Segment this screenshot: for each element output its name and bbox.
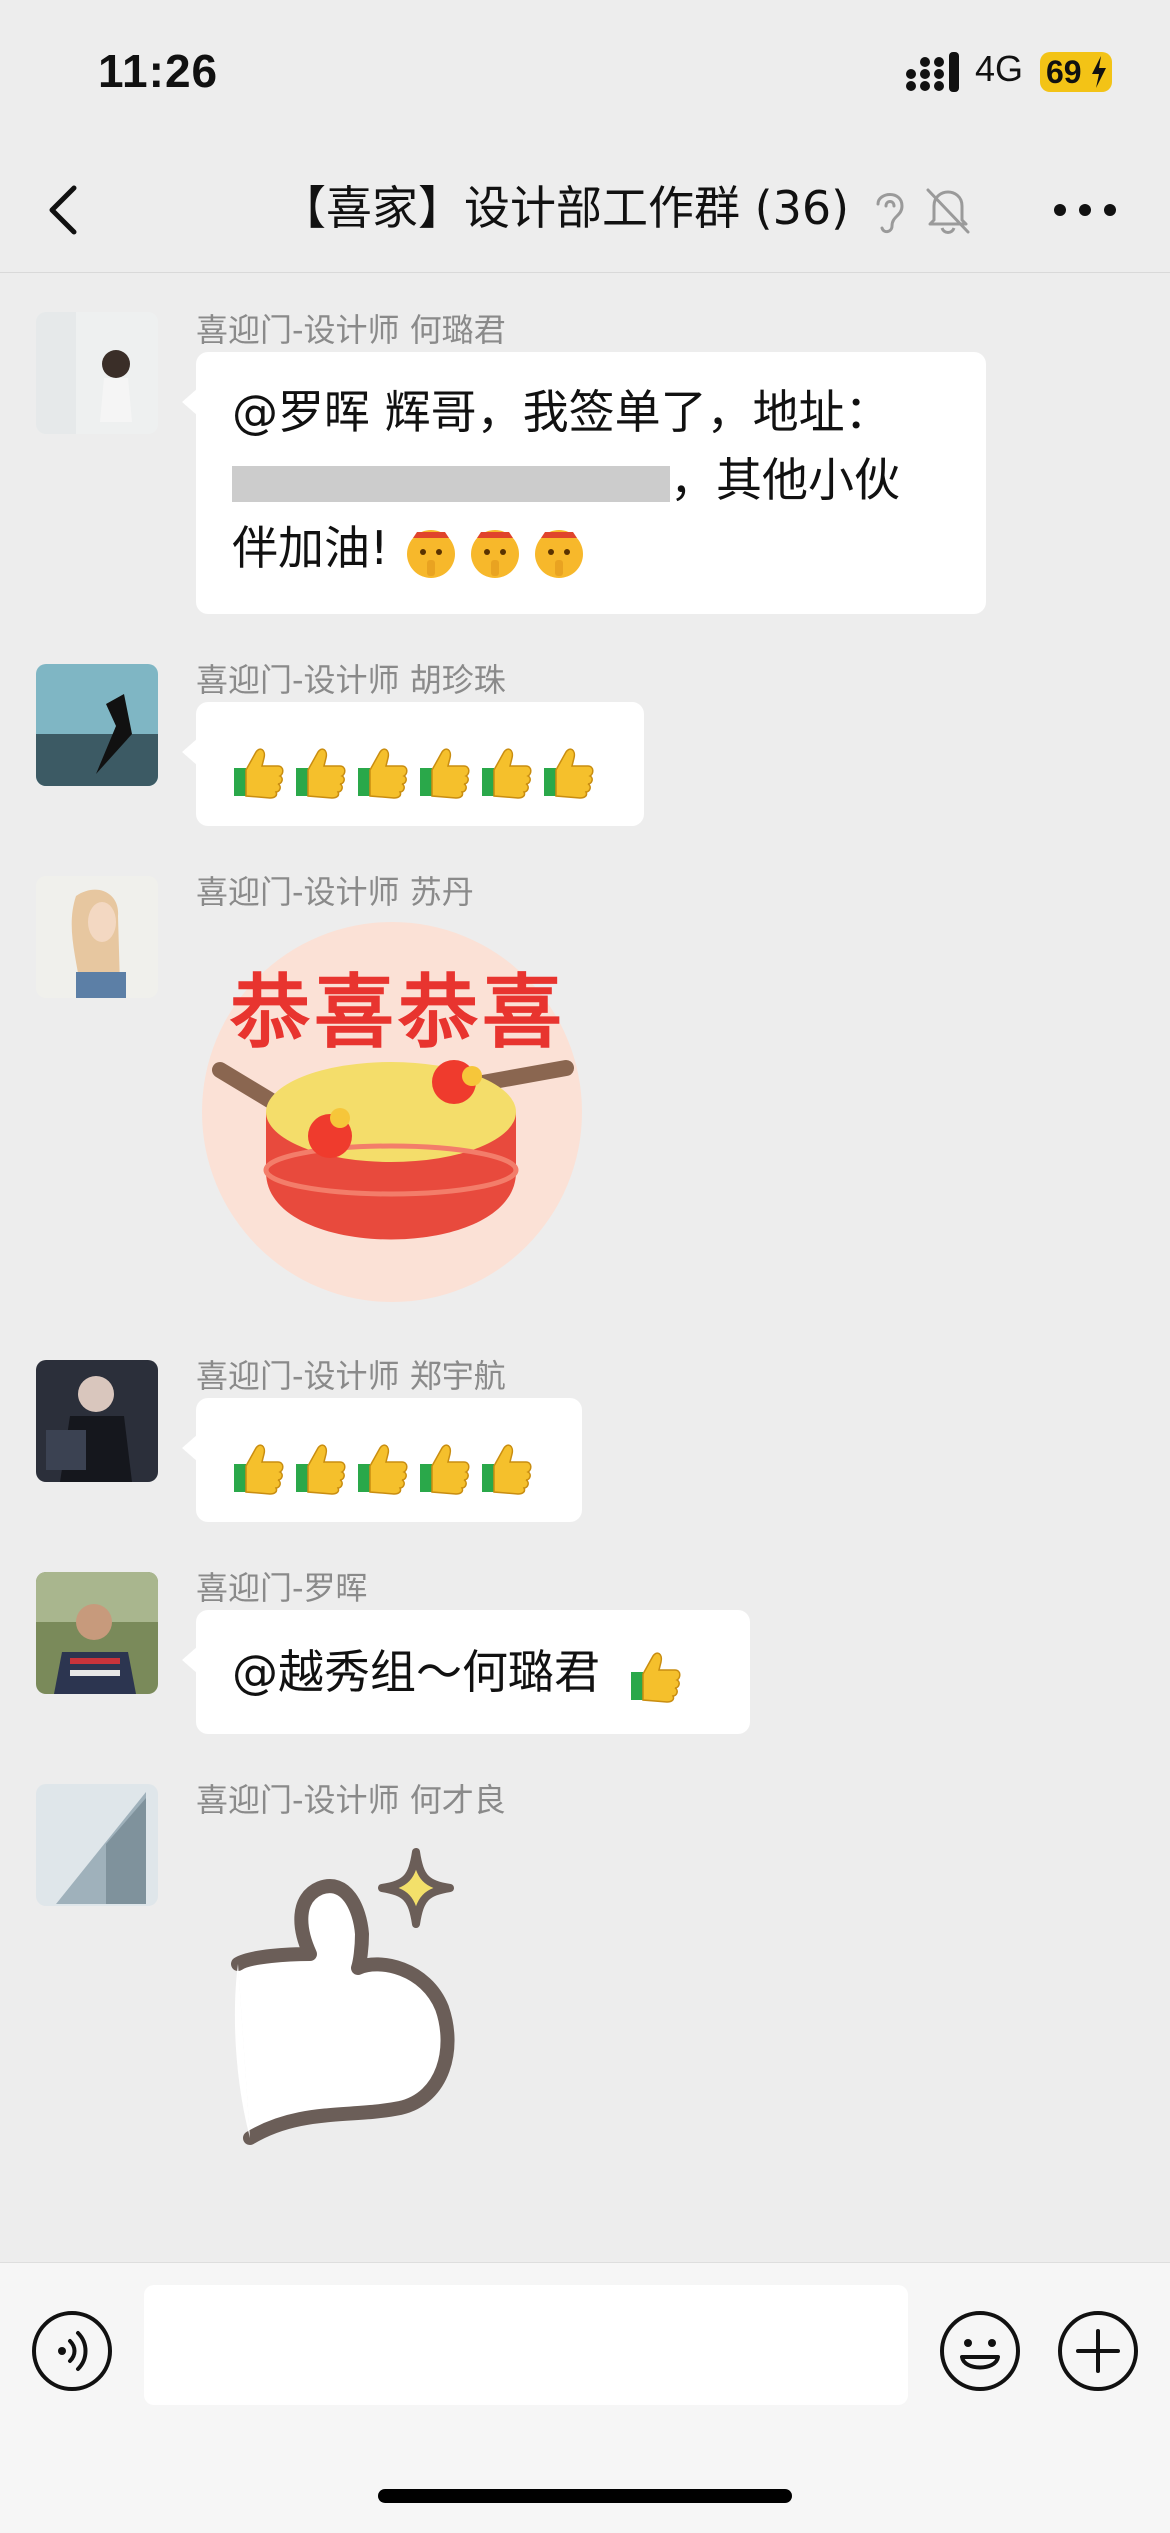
message-text: @越秀组～何璐君 [232, 1645, 600, 1699]
battery-level: 69 [1046, 54, 1082, 90]
charging-icon [1092, 56, 1106, 88]
avatar[interactable] [36, 876, 158, 998]
bell-off-icon [926, 188, 970, 234]
sticker-text: 恭喜恭喜 [230, 966, 566, 1059]
message-bubble[interactable]: @罗晖 辉哥，我签单了，地址： ，其他小伙 伴加油! [182, 352, 986, 614]
message-text: 伴加油! [232, 521, 389, 575]
drum-sticker[interactable]: 恭喜恭喜 [196, 922, 596, 1312]
chevron-left-icon[interactable] [40, 174, 90, 244]
emoji-icon[interactable] [938, 2309, 1022, 2393]
sender-name: 喜迎门-设计师 何璐君 [196, 311, 506, 349]
thumbs-up-sparkle-sticker[interactable] [230, 1838, 560, 2198]
plus-icon[interactable] [1056, 2309, 1140, 2393]
status-time: 11:26 [98, 45, 219, 97]
avatar[interactable] [36, 1360, 158, 1482]
thumbs-up-emoji [629, 1645, 691, 1703]
thumbs-up-emoji [232, 741, 604, 799]
voice-icon[interactable] [30, 2309, 114, 2393]
network-type: 4G [975, 48, 1024, 89]
message-bubble[interactable] [182, 702, 644, 826]
battery-indicator: 69 [1040, 52, 1112, 92]
avatar[interactable] [36, 312, 158, 434]
more-icon[interactable] [1050, 200, 1120, 220]
input-bar [0, 2262, 1170, 2533]
chat-header: 【喜家】设计部工作群 (36) [0, 150, 1170, 273]
thumbs-up-emoji [232, 1437, 542, 1495]
message-text: @罗晖 辉哥，我签单了，地址： [232, 385, 891, 439]
message-text: ，其他小伙 [670, 453, 900, 507]
chat-title: 【喜家】设计部工作群 (36) [280, 181, 850, 235]
sender-name: 喜迎门-罗晖 [196, 1569, 368, 1607]
avatar[interactable] [36, 1572, 158, 1694]
sender-name: 喜迎门-设计师 胡珍珠 [196, 661, 506, 699]
message-bubble[interactable]: @越秀组～何璐君 [182, 1610, 750, 1734]
sender-name: 喜迎门-设计师 苏丹 [196, 873, 474, 911]
avatar[interactable] [36, 664, 158, 786]
avatar[interactable] [36, 1784, 158, 1906]
home-indicator [378, 2489, 792, 2503]
message-bubble[interactable] [182, 1398, 582, 1522]
ear-icon [876, 193, 904, 234]
message-line-redacted: ，其他小伙 [232, 446, 950, 514]
sender-name: 喜迎门-设计师 何才良 [196, 1781, 506, 1819]
status-bar: 11:26 4G 69 [0, 0, 1170, 150]
message-line: 伴加油! [232, 514, 950, 582]
redacted-address [232, 465, 670, 502]
message-input[interactable] [144, 2285, 908, 2405]
shushing-face-emoji [388, 521, 595, 578]
signal-icon [906, 52, 959, 92]
sender-name: 喜迎门-设计师 郑宇航 [196, 1357, 506, 1395]
